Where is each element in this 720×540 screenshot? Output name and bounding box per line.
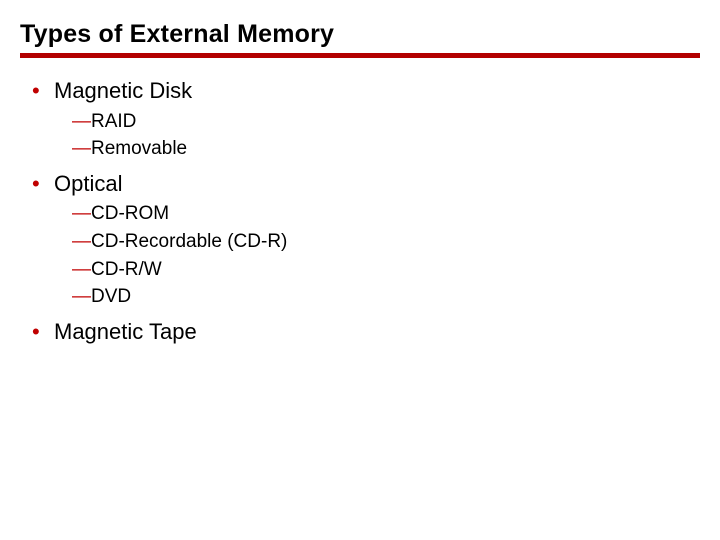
sub-list-item: —RAID [72, 108, 700, 136]
dash-icon: — [72, 111, 91, 132]
list-item: Magnetic Disk —RAID —Removable [28, 76, 700, 163]
dash-icon: — [72, 203, 91, 224]
dash-icon: — [72, 138, 91, 159]
sub-list-item-label: Removable [91, 138, 187, 159]
sub-list-item: —CD-Recordable (CD-R) [72, 228, 700, 256]
sub-list-item: —CD-R/W [72, 256, 700, 284]
sub-list-item: —Removable [72, 135, 700, 163]
sub-list-item-label: CD-R/W [91, 259, 162, 280]
list-item: Optical —CD-ROM —CD-Recordable (CD-R) —C… [28, 169, 700, 311]
bullet-list: Magnetic Disk —RAID —Removable Optical —… [28, 76, 700, 346]
sub-list-item-label: CD-Recordable (CD-R) [91, 231, 287, 252]
slide-title: Types of External Memory [20, 20, 700, 58]
dash-icon: — [72, 286, 91, 307]
sub-list-item: —CD-ROM [72, 200, 700, 228]
dash-icon: — [72, 231, 91, 252]
sub-list-item-label: DVD [91, 286, 131, 307]
list-item-label: Magnetic Disk [54, 78, 192, 103]
list-item-label: Magnetic Tape [54, 319, 197, 344]
slide: Types of External Memory Magnetic Disk —… [0, 0, 720, 346]
sub-list-item-label: CD-ROM [91, 203, 169, 224]
sub-list: —CD-ROM —CD-Recordable (CD-R) —CD-R/W —D… [54, 200, 700, 310]
list-item-label: Optical [54, 171, 122, 196]
slide-content: Magnetic Disk —RAID —Removable Optical —… [20, 58, 700, 346]
sub-list-item: —DVD [72, 283, 700, 311]
list-item: Magnetic Tape [28, 317, 700, 347]
dash-icon: — [72, 259, 91, 280]
sub-list-item-label: RAID [91, 111, 136, 132]
sub-list: —RAID —Removable [54, 108, 700, 163]
